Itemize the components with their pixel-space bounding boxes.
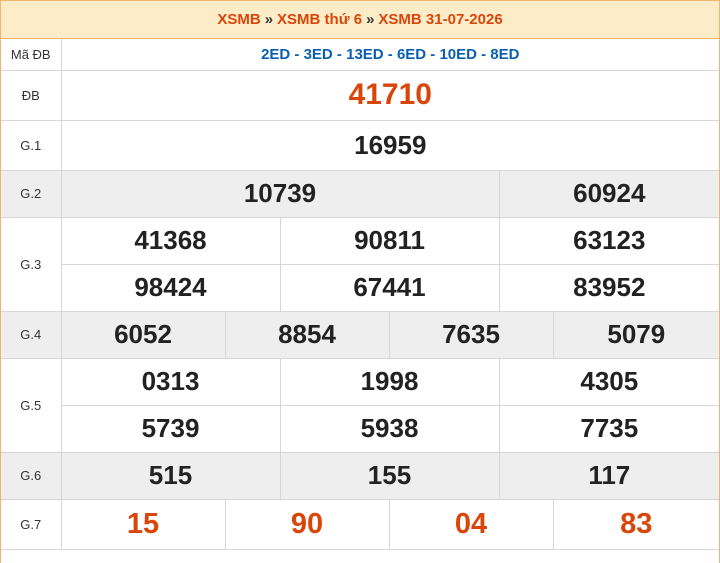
breadcrumb-separator: » xyxy=(366,11,375,28)
row-g5: G.5 0313 1998 4305 xyxy=(1,357,720,453)
g1-number: 16959 xyxy=(60,119,720,171)
g7-number: 15 xyxy=(60,498,226,550)
row-g1: G.1 16959 xyxy=(1,119,720,171)
label-g4: G.4 xyxy=(1,310,62,359)
g6-number: 515 xyxy=(60,451,281,500)
label-g3: G.3 xyxy=(1,216,62,312)
breadcrumb-separator: » xyxy=(264,11,274,28)
g3-number: 98424 xyxy=(61,263,281,312)
g4-number: 7635 xyxy=(388,310,554,359)
results-table: Mã ĐB 2ED - 3ED - 13ED - 6ED - 10ED - 8E… xyxy=(1,39,720,550)
results-panel: XSMB » XSMB thứ 6 » XSMB 31-07-2026 Mã Đ… xyxy=(0,0,720,563)
g5-number: 7735 xyxy=(498,404,720,453)
g5-number: 5739 xyxy=(61,404,281,453)
label-g1: G.1 xyxy=(1,119,62,171)
g7-number: 83 xyxy=(552,498,720,550)
g2-number: 60924 xyxy=(498,169,720,218)
label-g6: G.6 xyxy=(1,451,62,500)
label-g5: G.5 xyxy=(1,357,62,453)
breadcrumb-xsmb-date-link[interactable]: XSMB 31-07-2026 xyxy=(378,11,502,28)
label-g2: G.2 xyxy=(1,169,62,218)
g3-number: 41368 xyxy=(60,216,281,265)
row-g3: G.3 41368 90811 63123 xyxy=(1,216,720,312)
row-g6: G.6 515 155 117 xyxy=(1,451,720,500)
g3-number: 83952 xyxy=(498,263,720,312)
row-special-prize: ĐB 41710 xyxy=(1,69,720,121)
g7-number: 04 xyxy=(388,498,554,550)
breadcrumb-xsmb-friday-link[interactable]: XSMB thứ 6 xyxy=(277,11,362,28)
g3-number: 67441 xyxy=(279,263,500,312)
g4-number: 8854 xyxy=(224,310,390,359)
row-g7: G.7 15 90 04 83 xyxy=(1,498,720,550)
g2-number: 10739 xyxy=(60,169,500,218)
label-db: ĐB xyxy=(1,69,62,121)
g5-number: 1998 xyxy=(279,357,500,406)
g6-number: 155 xyxy=(279,451,500,500)
g5-number: 5938 xyxy=(279,404,500,453)
row-special-code: Mã ĐB 2ED - 3ED - 13ED - 6ED - 10ED - 8E… xyxy=(1,39,720,71)
row-g5: 5739 5938 7735 xyxy=(1,404,720,453)
g4-number: 5079 xyxy=(552,310,720,359)
breadcrumb: XSMB » XSMB thứ 6 » XSMB 31-07-2026 xyxy=(1,1,719,39)
label-madb: Mã ĐB xyxy=(1,39,62,71)
breadcrumb-xsmb-link[interactable]: XSMB xyxy=(217,11,260,28)
g5-number: 0313 xyxy=(60,357,281,406)
g7-number: 90 xyxy=(224,498,390,550)
g3-number: 63123 xyxy=(498,216,720,265)
g3-number: 90811 xyxy=(279,216,500,265)
g5-number: 4305 xyxy=(498,357,720,406)
label-g7: G.7 xyxy=(1,498,62,550)
special-code-value: 2ED - 3ED - 13ED - 6ED - 10ED - 8ED xyxy=(60,39,720,71)
g6-number: 117 xyxy=(498,451,720,500)
row-g3: 98424 67441 83952 xyxy=(1,263,720,312)
row-g4: G.4 6052 8854 7635 5079 xyxy=(1,310,720,359)
g4-number: 6052 xyxy=(60,310,226,359)
special-prize-number: 41710 xyxy=(60,69,720,121)
row-g2: G.2 10739 60924 xyxy=(1,169,720,218)
